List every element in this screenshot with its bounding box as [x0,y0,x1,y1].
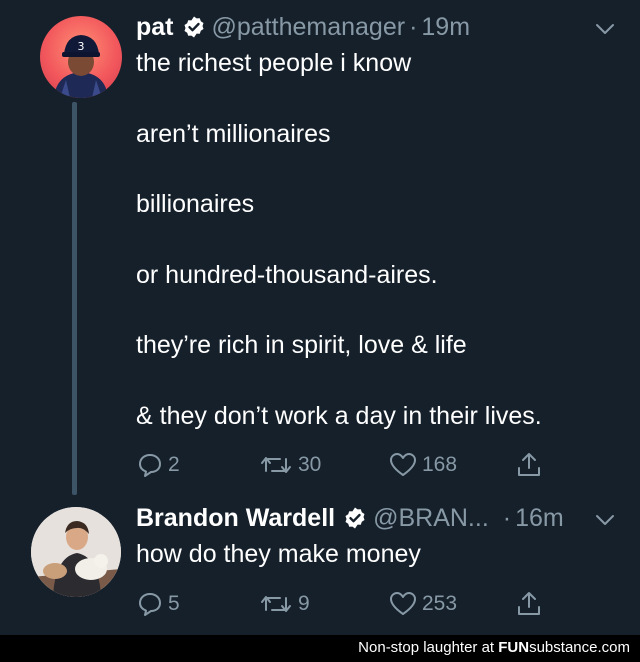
timestamp[interactable]: 19m [421,12,470,42]
share-icon [518,592,540,615]
tweet-text-line: how do they make money [136,540,421,568]
avatar-image: 3 [54,35,108,98]
separator-dot: · [409,13,418,41]
tweet-text-line: or hundred-thousand-aires. [136,261,438,289]
tweet-text-line: & they don’t work a day in their lives. [136,402,542,430]
watermark-bar: Non-stop laughter at FUNsubstance.com [0,635,640,662]
tweet-header: pat @patthemanager · 19m [136,12,470,42]
watermark-brand-suffix: .com [597,639,630,656]
tweet-header: Brandon Wardell @BRAN... · 16m [136,503,564,533]
like-icon [390,453,416,476]
display-name[interactable]: Brandon Wardell [136,503,335,533]
reply-button[interactable]: 2 [136,450,180,480]
tweet-text-line: aren’t millionaires [136,120,331,148]
like-button[interactable]: 168 [388,450,457,480]
share-button[interactable] [514,589,544,619]
watermark-brand-rest: substance [529,639,598,656]
display-name[interactable]: pat [136,12,174,42]
tweet-text-line: billionaires [136,190,255,218]
reply-count: 2 [168,453,180,476]
handle[interactable]: @patthemanager [212,12,406,42]
reply-icon [139,593,161,616]
chevron-down-icon[interactable] [595,23,615,35]
like-icon [390,592,416,615]
separator-dot: · [502,504,512,532]
verified-icon [345,507,365,529]
retweet-button[interactable]: 30 [258,450,321,480]
avatar-badge-text: 3 [78,40,85,53]
share-icon [518,453,540,476]
tweet-text-line: they’re rich in spirit, love & life [136,331,467,359]
retweet-icon [261,596,291,612]
avatar[interactable] [31,507,121,597]
tweet-text-line: the richest people i know [136,49,412,77]
share-button[interactable] [514,450,544,480]
reply-icon [139,454,161,477]
like-button[interactable]: 253 [388,589,457,619]
avatar-image [31,507,121,597]
thread-connector-line [72,102,77,495]
retweet-count: 30 [298,453,322,476]
watermark-brand-bold: FUN [498,639,530,656]
timestamp[interactable]: 16m [515,503,564,533]
watermark-text: Non-stop laughter at FUNsubstance.com [358,639,630,656]
avatar[interactable]: 3 [40,16,122,98]
retweet-count: 9 [298,592,310,615]
watermark-prefix: Non-stop laughter at [358,639,495,656]
verified-icon [184,16,203,38]
like-count: 168 [422,453,458,476]
reply-button[interactable]: 5 [136,589,180,619]
retweet-icon [261,457,291,473]
reply-count: 5 [168,592,180,615]
retweet-button[interactable]: 9 [258,589,310,619]
chevron-down-icon[interactable] [595,514,615,526]
like-count: 253 [422,592,458,615]
handle[interactable]: @BRAN... [373,503,489,533]
